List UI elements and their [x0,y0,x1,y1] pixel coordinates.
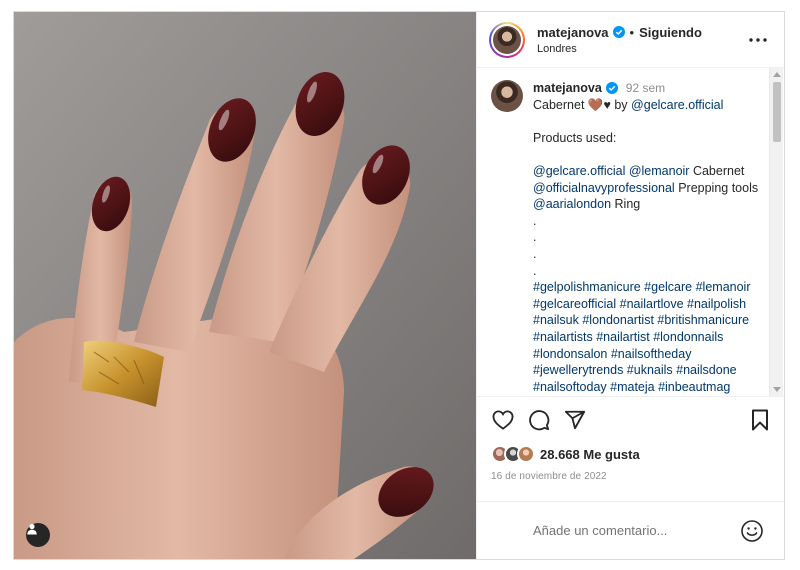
emoji-icon[interactable] [740,519,764,543]
dot-line: . [533,263,537,278]
heart-icon[interactable] [491,408,515,432]
following-button[interactable]: Siguiendo [639,24,702,41]
post-date[interactable]: 16 de noviembre de 2022 [477,465,784,487]
scroll-down-arrow-icon[interactable] [773,387,781,392]
post-modal: matejanova • Siguiendo Londres matejanov… [13,11,785,560]
product-text: Prepping tools [678,180,759,195]
caption-text: Cabernet 🤎♥ by [533,97,628,112]
dot-line: . [533,213,537,228]
hand-with-manicure-image [14,12,476,559]
product-line-3: @aarialondon Ring [533,196,768,213]
author-username[interactable]: matejanova [537,24,609,41]
liker-avatars[interactable] [491,445,535,463]
add-comment-bar [477,501,784,559]
mention-link[interactable]: @aarialondon [533,197,611,211]
post-photo[interactable] [14,12,476,559]
post-actions [477,397,784,443]
tagged-users-button[interactable] [26,523,50,547]
products-heading: Products used: [533,130,617,145]
caption-avatar[interactable] [491,80,523,112]
post-time-ago[interactable]: 92 sem [626,80,665,97]
verified-badge-icon [612,26,625,38]
likes-count[interactable]: 28.668 Me gusta [540,447,640,462]
post-caption: matejanova 92 sem Cabernet 🤎♥ by @gelcar… [477,68,784,395]
likes-row: 28.668 Me gusta [477,443,784,465]
mention-link[interactable]: @officialnavyprofessional [533,181,675,195]
product-line-2: @officialnavyprofessional Prepping tools [533,180,768,197]
product-text: Cabernet [692,163,745,178]
mention-link[interactable]: @gelcare.official @lemanoir [533,164,689,178]
location-link[interactable]: Londres [537,42,746,56]
dot-line: . [533,246,537,261]
user-icon [27,523,37,535]
comment-input[interactable] [491,523,740,538]
share-icon[interactable] [563,408,587,432]
scroll-thumb[interactable] [773,82,781,142]
mention-link[interactable]: @gelcare.official [631,98,723,112]
product-line-1: @gelcare.official @lemanoir Cabernet [533,163,768,180]
caption-line-1: Cabernet 🤎♥ by @gelcare.official [533,97,768,114]
dot-line: . [533,230,537,245]
more-options-icon[interactable] [746,28,770,52]
hashtag-list[interactable]: #gelpolishmanicure #gelcare #lemanoir #g… [533,279,768,395]
bookmark-icon[interactable] [748,408,772,432]
comment-icon[interactable] [527,408,551,432]
comments-scrollbar[interactable] [769,68,783,396]
scroll-up-arrow-icon[interactable] [773,72,781,77]
verified-badge-icon [605,82,618,95]
avatar [493,25,521,54]
post-header: matejanova • Siguiendo Londres [477,12,784,68]
story-ring[interactable] [489,21,525,58]
product-text: Ring [614,197,641,212]
separator-dot: • [629,24,635,40]
caption-username[interactable]: matejanova [533,80,602,97]
post-side-panel: matejanova • Siguiendo Londres matejanov… [476,12,784,559]
liker-avatar [517,445,535,463]
comments-section[interactable]: matejanova 92 sem Cabernet 🤎♥ by @gelcar… [477,68,784,397]
